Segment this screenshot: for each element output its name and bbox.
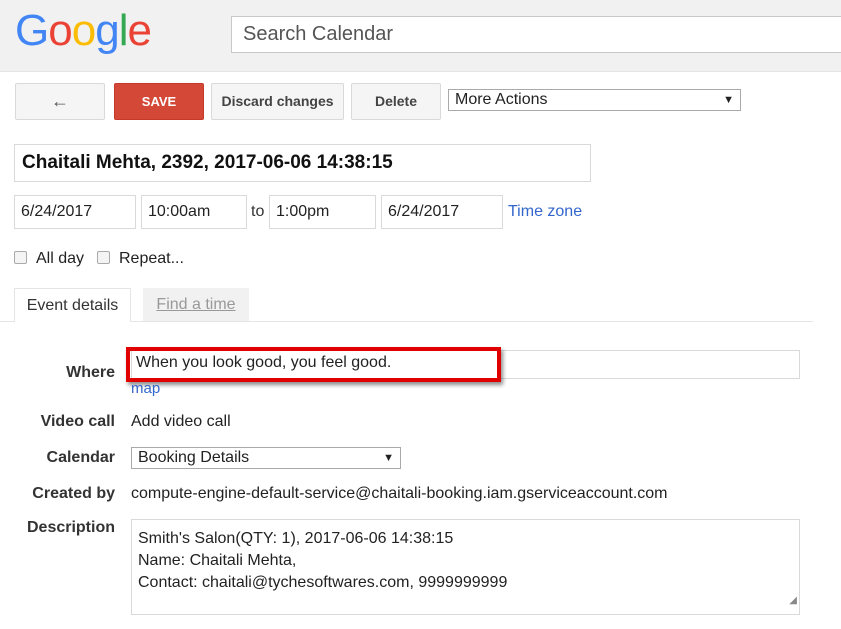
logo-letter: G xyxy=(15,6,49,55)
where-input-highlighted[interactable]: When you look good, you feel good. xyxy=(126,347,501,382)
calendar-dropdown[interactable]: Booking Details ▼ xyxy=(131,447,401,469)
all-day-checkbox[interactable] xyxy=(14,251,27,264)
logo-letter: o xyxy=(71,6,97,55)
description-label: Description xyxy=(26,519,115,536)
tab-event-details[interactable]: Event details xyxy=(14,288,131,322)
end-time-input[interactable]: 1:00pm xyxy=(269,195,376,229)
where-label: Where xyxy=(66,364,115,381)
back-arrow-icon: ← xyxy=(51,91,69,111)
description-line: Contact: chaitali@tychesoftwares.com, 99… xyxy=(138,574,508,591)
dropdown-arrow-icon: ▼ xyxy=(383,452,394,464)
add-video-call-link[interactable]: Add video call xyxy=(131,413,231,431)
more-actions-label: More Actions xyxy=(455,91,548,108)
start-time-input[interactable]: 10:00am xyxy=(141,195,247,229)
description-textarea[interactable]: Smith's Salon(QTY: 1), 2017-06-06 14:38:… xyxy=(131,519,800,615)
map-link[interactable]: map xyxy=(131,380,160,397)
more-actions-dropdown[interactable]: More Actions ▼ xyxy=(448,89,741,111)
search-input[interactable]: Search Calendar xyxy=(231,16,841,53)
dropdown-arrow-icon: ▼ xyxy=(723,94,734,106)
resize-grip-icon[interactable]: ◢ xyxy=(789,590,797,612)
discard-changes-button[interactable]: Discard changes xyxy=(211,83,344,120)
video-call-label: Video call xyxy=(40,413,115,430)
header-bar: Google Search Calendar xyxy=(0,0,841,72)
event-title-input[interactable]: Chaitali Mehta, 2392, 2017-06-06 14:38:1… xyxy=(14,144,591,182)
tab-find-a-time[interactable]: Find a time xyxy=(143,288,249,321)
logo-letter: g xyxy=(95,6,120,55)
calendar-label: Calendar xyxy=(46,449,115,466)
logo-letter: l xyxy=(118,6,129,55)
to-label: to xyxy=(251,203,265,220)
start-date-input[interactable]: 6/24/2017 xyxy=(14,195,136,229)
back-button[interactable]: ← xyxy=(15,83,105,120)
description-line: Name: Chaitali Mehta, xyxy=(138,552,297,569)
logo-letter: e xyxy=(127,6,152,55)
calendar-selected-value: Booking Details xyxy=(138,449,250,466)
time-zone-link[interactable]: Time zone xyxy=(508,203,582,221)
all-day-label: All day xyxy=(36,250,85,267)
save-button[interactable]: SAVE xyxy=(114,83,204,120)
logo-letter: o xyxy=(48,6,73,55)
repeat-label: Repeat... xyxy=(119,250,184,267)
created-by-label: Created by xyxy=(32,485,115,502)
description-line: Smith's Salon(QTY: 1), 2017-06-06 14:38:… xyxy=(138,530,454,547)
created-by-value: compute-engine-default-service@chaitali-… xyxy=(131,485,668,502)
end-date-input[interactable]: 6/24/2017 xyxy=(381,195,503,229)
repeat-checkbox[interactable] xyxy=(97,251,110,264)
delete-button[interactable]: Delete xyxy=(351,83,441,120)
google-logo[interactable]: Google xyxy=(15,6,152,55)
